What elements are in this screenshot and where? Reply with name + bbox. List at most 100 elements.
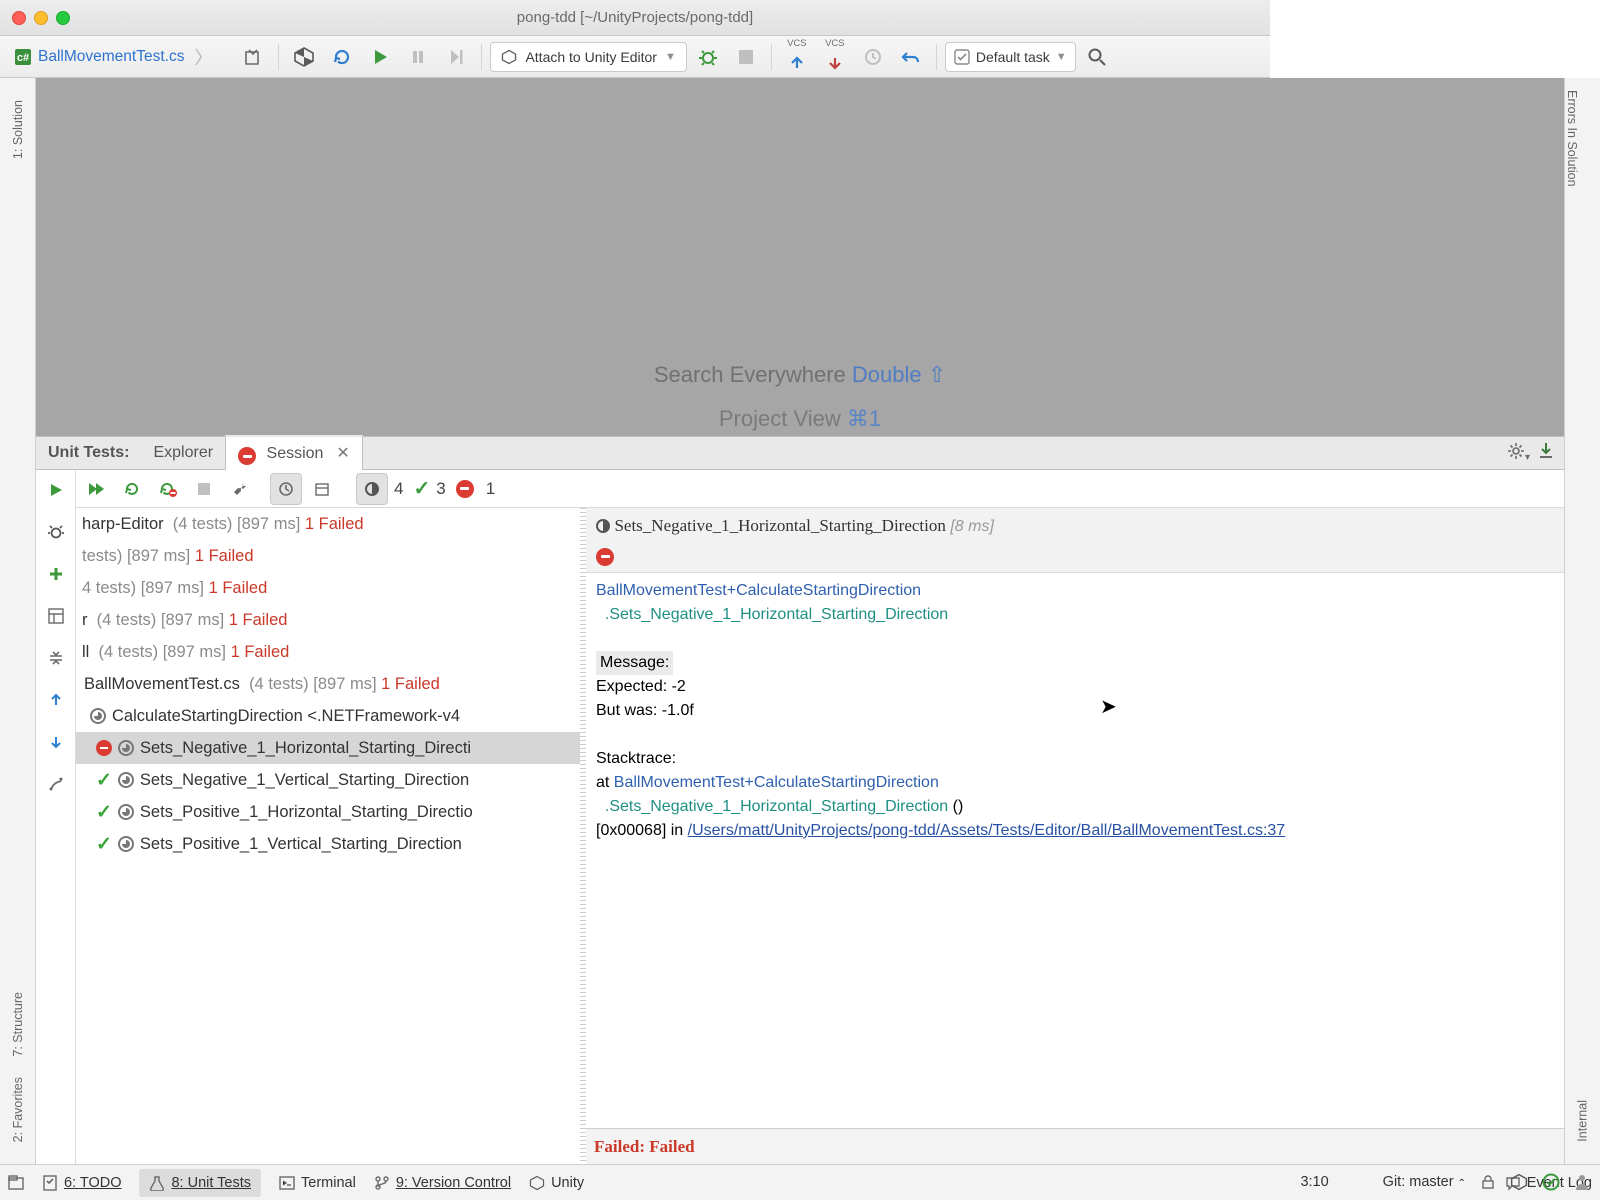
detail-class: BallMovementTest+CalculateStartingDirect… — [596, 582, 921, 599]
csharp-file-icon: c# — [14, 48, 32, 66]
test-detail-pane: Sets_Negative_1_Horizontal_Starting_Dire… — [586, 508, 1564, 1164]
internal-tool[interactable]: Internal — [1565, 1090, 1600, 1152]
solution-tool[interactable]: 1: Solution — [11, 90, 25, 169]
person-icon[interactable] — [1574, 1173, 1590, 1191]
pass-icon: ✓ — [413, 476, 430, 501]
run-tests-button[interactable] — [40, 474, 72, 506]
prev-fail-button[interactable] — [40, 684, 72, 716]
favorites-tool[interactable]: 2: Favorites — [11, 1067, 25, 1152]
right-tool-rail: Errors In Solution Internal — [1564, 78, 1600, 1164]
project-view-hint: Project View ⌘1 — [719, 406, 881, 432]
debug-tests-button[interactable] — [40, 516, 72, 548]
tree-row[interactable]: r (4 tests) [897 ms] 1 Failed — [76, 604, 580, 636]
vcs-commit-button[interactable]: VCS — [818, 40, 852, 74]
run-config-selector[interactable]: Attach to Unity Editor ▼ — [490, 42, 686, 72]
tab-explorer[interactable]: Explorer — [141, 438, 225, 468]
stop-button[interactable] — [729, 40, 763, 74]
task-icon — [954, 49, 970, 65]
run-all-button[interactable] — [80, 473, 112, 505]
rerun-failed-button[interactable] — [152, 473, 184, 505]
close-tab-button[interactable]: ✕ — [332, 445, 350, 462]
collapse-button[interactable] — [40, 642, 72, 674]
stacktrace-label: Stacktrace: — [596, 747, 1554, 771]
pass-icon: ✓ — [96, 833, 112, 856]
test-tree[interactable]: harp-Editor (4 tests) [897 ms] 1 Failed … — [76, 508, 580, 1164]
unity-icon — [529, 1175, 545, 1191]
task-selector[interactable]: Default task ▼ — [945, 42, 1076, 72]
layout-button[interactable] — [40, 600, 72, 632]
tree-row[interactable]: ll (4 tests) [897 ms] 1 Failed — [76, 636, 580, 668]
unit-tests-header: Unit Tests: Explorer Session ✕ ▾ — [36, 436, 1564, 470]
ok-status-icon[interactable] — [1542, 1173, 1560, 1191]
next-fail-button[interactable] — [40, 726, 72, 758]
structure-tool[interactable]: 7: Structure — [11, 982, 25, 1067]
test-icon — [118, 772, 134, 788]
git-branch[interactable]: Git: master ⌃ — [1383, 1174, 1466, 1190]
tree-row-selected[interactable]: Sets_Negative_1_Horizontal_Starting_Dire… — [76, 732, 580, 764]
zoom-window-button[interactable] — [56, 11, 70, 25]
stop-tests-button[interactable] — [188, 473, 220, 505]
detail-method: .Sets_Negative_1_Horizontal_Starting_Dir… — [605, 606, 948, 623]
lock-icon[interactable] — [1480, 1174, 1496, 1190]
version-control-tab[interactable]: 9: Version Control — [374, 1175, 511, 1191]
todo-tab[interactable]: 6: TODO — [42, 1175, 121, 1191]
refresh-button[interactable] — [325, 40, 359, 74]
tree-row[interactable]: ✓Sets_Negative_1_Vertical_Starting_Direc… — [76, 764, 580, 796]
unit-tests-tab[interactable]: 8: Unit Tests — [139, 1169, 261, 1197]
search-everywhere-button[interactable] — [1080, 40, 1114, 74]
add-tests-button[interactable] — [40, 558, 72, 590]
pass-icon: ✓ — [96, 801, 112, 824]
tree-row[interactable]: harp-Editor (4 tests) [897 ms] 1 Failed — [76, 508, 580, 540]
tools-button[interactable] — [224, 473, 256, 505]
terminal-tab[interactable]: Terminal — [279, 1175, 356, 1191]
status-bar: 6: TODO 8: Unit Tests Terminal 9: Versio… — [0, 1164, 1600, 1200]
caret-position: 3:10 — [1300, 1174, 1328, 1190]
export-button[interactable] — [1538, 442, 1554, 465]
step-button[interactable] — [439, 40, 473, 74]
tab-session[interactable]: Session ✕ — [225, 435, 363, 472]
left-tool-rail: 1: Solution 7: Structure 2: Favorites — [0, 78, 36, 1164]
search-everywhere-hint: Search Everywhere Double ⇧ — [654, 362, 946, 388]
tree-row[interactable]: tests) [897 ms] 1 Failed — [76, 540, 580, 572]
unity-status-icon[interactable] — [1510, 1173, 1528, 1191]
rerun-button[interactable] — [116, 473, 148, 505]
vcs-update-button[interactable]: VCS — [780, 40, 814, 74]
tree-row[interactable]: ✓Sets_Positive_1_Horizontal_Starting_Dir… — [76, 796, 580, 828]
stacktrace-link[interactable]: /Users/matt/UnityProjects/pong-tdd/Asset… — [688, 822, 1286, 839]
passed-count: 3 — [436, 479, 445, 499]
minimize-window-button[interactable] — [34, 11, 48, 25]
test-icon — [118, 740, 134, 756]
dropdown-icon: ▼ — [665, 51, 676, 63]
errors-tool[interactable]: Errors In Solution — [1565, 78, 1579, 197]
message-label: Message: — [596, 651, 673, 675]
undo-button[interactable] — [894, 40, 928, 74]
breadcrumb-file[interactable]: c# BallMovementTest.cs — [6, 45, 192, 69]
settings-button[interactable]: ▾ — [1507, 442, 1530, 465]
dropdown-icon: ▼ — [1056, 51, 1067, 63]
detail-time: [8 ms] — [950, 518, 994, 535]
test-icon — [596, 519, 610, 533]
show-calendar-button[interactable] — [306, 473, 338, 505]
fail-icon — [456, 480, 474, 498]
test-icon — [118, 804, 134, 820]
unity-icon-button[interactable] — [287, 40, 321, 74]
vcs-history-button[interactable] — [856, 40, 890, 74]
close-window-button[interactable] — [12, 11, 26, 25]
breadcrumb-file-label: BallMovementTest.cs — [38, 48, 184, 66]
tree-row[interactable]: CalculateStartingDirection <.NETFramewor… — [76, 700, 580, 732]
save-all-button[interactable] — [236, 40, 270, 74]
todo-icon — [42, 1175, 58, 1191]
unity-tab[interactable]: Unity — [529, 1175, 584, 1191]
show-time-button[interactable] — [270, 473, 302, 505]
tree-row[interactable]: BallMovementTest.cs (4 tests) [897 ms] 1… — [76, 668, 580, 700]
run-button[interactable] — [363, 40, 397, 74]
tree-row[interactable]: ✓Sets_Positive_1_Vertical_Starting_Direc… — [76, 828, 580, 860]
filter-all-button[interactable] — [356, 473, 388, 505]
branch-icon — [374, 1175, 390, 1191]
debug-button[interactable] — [691, 40, 725, 74]
pause-button[interactable] — [401, 40, 435, 74]
options-button[interactable] — [40, 768, 72, 800]
butwas-line: But was: -1.0f — [596, 699, 1554, 723]
tree-row[interactable]: 4 tests) [897 ms] 1 Failed — [76, 572, 580, 604]
project-icon[interactable] — [8, 1175, 24, 1191]
